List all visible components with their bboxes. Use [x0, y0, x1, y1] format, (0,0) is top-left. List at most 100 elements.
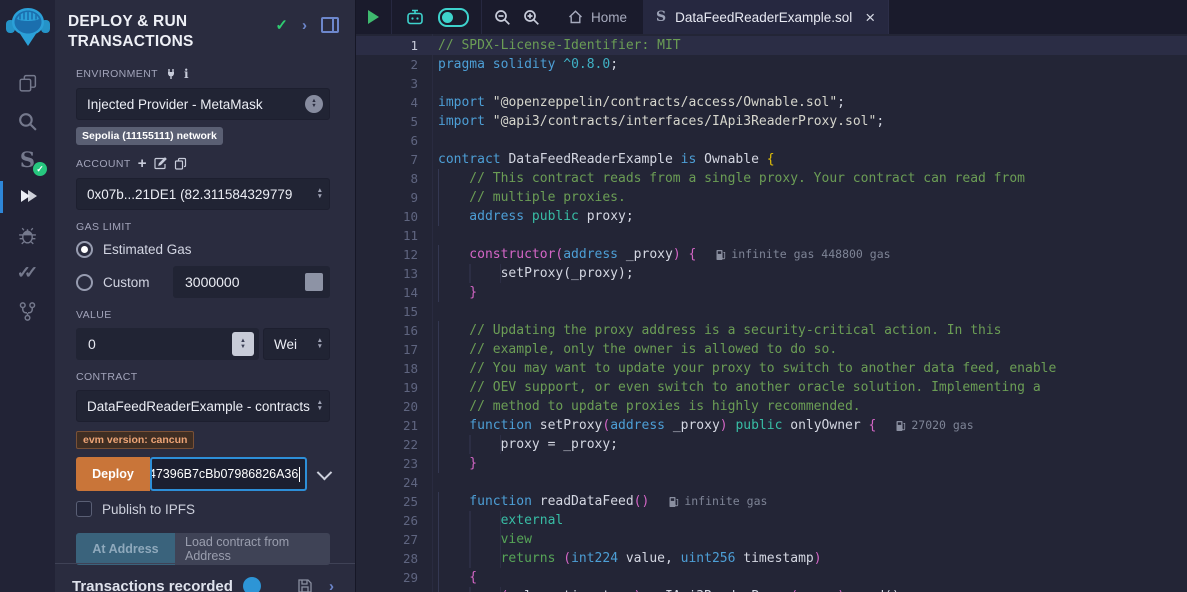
line-number[interactable]: 6: [356, 131, 418, 150]
line-number[interactable]: 22: [356, 435, 418, 454]
pin-panel-icon[interactable]: [321, 17, 339, 33]
sidebar-item-solidity-analyzers[interactable]: ✓✓: [0, 255, 55, 291]
code-line[interactable]: 12constructor(address _proxy) {infinite …: [356, 245, 1187, 264]
line-number[interactable]: 20: [356, 397, 418, 416]
code-line[interactable]: 5import "@api3/contracts/interfaces/IApi…: [356, 112, 1187, 131]
value-unit-select[interactable]: Wei ▲▼: [263, 328, 330, 360]
sidebar-item-deploy-run[interactable]: [0, 179, 55, 215]
value-input[interactable]: 0 ▲▼: [76, 328, 259, 360]
sidebar-item-file-explorer[interactable]: [0, 65, 55, 101]
at-address-input[interactable]: Load contract from Address: [175, 533, 330, 565]
code-line[interactable]: 26external: [356, 511, 1187, 530]
code-line[interactable]: 23}: [356, 454, 1187, 473]
close-tab-icon[interactable]: ×: [865, 9, 875, 26]
panel-expand-chevron-icon[interactable]: ›: [302, 18, 307, 33]
code-line[interactable]: 24: [356, 473, 1187, 492]
code-line[interactable]: 19// OEV support, or even switch to anot…: [356, 378, 1187, 397]
code-line[interactable]: 1// SPDX-License-Identifier: MIT: [356, 36, 1187, 55]
line-number[interactable]: 5: [356, 112, 418, 131]
estimated-gas-radio[interactable]: [76, 241, 93, 258]
sidebar-item-search[interactable]: [0, 103, 55, 139]
sidebar-item-solidity-compiler[interactable]: S ✓: [0, 141, 55, 177]
environment-select[interactable]: Injected Provider - MetaMask ▲▼: [76, 88, 330, 120]
line-number[interactable]: 23: [356, 454, 418, 473]
line-number[interactable]: 29: [356, 568, 418, 587]
line-number[interactable]: 8: [356, 169, 418, 188]
code-line[interactable]: 4import "@openzeppelin/contracts/access/…: [356, 93, 1187, 112]
code-line[interactable]: 3: [356, 74, 1187, 93]
zoom-in-icon[interactable]: [523, 9, 540, 26]
account-select[interactable]: 0x07b...21DE1 (82.311584329779 ▲▼: [76, 178, 330, 210]
zoom-out-icon[interactable]: [494, 9, 511, 26]
line-number[interactable]: 3: [356, 74, 418, 93]
plug-icon[interactable]: [165, 68, 177, 80]
code-line[interactable]: 16// Updating the proxy address is a sec…: [356, 321, 1187, 340]
code-line[interactable]: 6: [356, 131, 1187, 150]
remix-logo-icon[interactable]: [5, 5, 51, 49]
code-line[interactable]: 20// method to update proxies is highly …: [356, 397, 1187, 416]
copy-account-icon[interactable]: [174, 157, 187, 170]
line-number[interactable]: 4: [356, 93, 418, 112]
line-number[interactable]: 7: [356, 150, 418, 169]
code-line[interactable]: 17// example, only the owner is allowed …: [356, 340, 1187, 359]
deploy-button[interactable]: Deploy: [76, 457, 150, 491]
line-number[interactable]: 15: [356, 302, 418, 321]
sidebar-item-git[interactable]: [0, 293, 55, 329]
line-number[interactable]: 16: [356, 321, 418, 340]
line-number[interactable]: 9: [356, 188, 418, 207]
code-line[interactable]: 29{: [356, 568, 1187, 587]
gas-edit-square-icon[interactable]: [305, 273, 323, 291]
code-line[interactable]: 11: [356, 226, 1187, 245]
code-line[interactable]: 21function setProxy(address _proxy) publ…: [356, 416, 1187, 435]
line-number[interactable]: 30: [356, 587, 418, 592]
code-line[interactable]: 27view: [356, 530, 1187, 549]
run-script-icon[interactable]: [368, 10, 379, 24]
ai-copilot-toggle[interactable]: [438, 8, 469, 27]
code-line[interactable]: 14}: [356, 283, 1187, 302]
line-number[interactable]: 1: [356, 36, 418, 55]
line-number[interactable]: 18: [356, 359, 418, 378]
code-line[interactable]: 15: [356, 302, 1187, 321]
line-number[interactable]: 24: [356, 473, 418, 492]
custom-gas-input[interactable]: 3000000: [173, 266, 330, 298]
tab-home[interactable]: Home: [552, 0, 643, 34]
remix-ai-robot-icon[interactable]: [404, 8, 426, 27]
add-account-icon[interactable]: +: [138, 156, 147, 171]
line-number[interactable]: 27: [356, 530, 418, 549]
code-line[interactable]: 22proxy = _proxy;: [356, 435, 1187, 454]
line-number[interactable]: 25: [356, 492, 418, 511]
sign-message-icon[interactable]: [154, 157, 167, 170]
code-line[interactable]: 25function readDataFeed()infinite gas: [356, 492, 1187, 511]
deploy-constructor-input[interactable]: 0947396B7cBb07986826A36: [150, 457, 307, 491]
code-area[interactable]: 1// SPDX-License-Identifier: MIT2pragma …: [356, 34, 1187, 592]
at-address-button[interactable]: At Address: [76, 533, 175, 565]
publish-ipfs-checkbox[interactable]: [76, 501, 92, 517]
line-number[interactable]: 28: [356, 549, 418, 568]
code-line[interactable]: 9// multiple proxies.: [356, 188, 1187, 207]
code-line[interactable]: 30(value, timestamp) = IApi3ReaderProxy(…: [356, 587, 1187, 592]
line-number[interactable]: 26: [356, 511, 418, 530]
save-scenario-icon[interactable]: [297, 578, 313, 592]
line-number[interactable]: 11: [356, 226, 418, 245]
transactions-expand-chevron-icon[interactable]: ›: [329, 579, 334, 592]
sidebar-item-debugger[interactable]: [0, 217, 55, 253]
code-line[interactable]: 7contract DataFeedReaderExample is Ownab…: [356, 150, 1187, 169]
code-line[interactable]: 8// This contract reads from a single pr…: [356, 169, 1187, 188]
code-line[interactable]: 10address public proxy;: [356, 207, 1187, 226]
custom-gas-radio[interactable]: [76, 274, 93, 291]
line-number[interactable]: 2: [356, 55, 418, 74]
line-number[interactable]: 13: [356, 264, 418, 283]
value-stepper-icon[interactable]: ▲▼: [232, 332, 254, 356]
line-number[interactable]: 21: [356, 416, 418, 435]
code-line[interactable]: 13setProxy(_proxy);: [356, 264, 1187, 283]
tab-datafeedreaderexample-sol[interactable]: S DataFeedReaderExample.sol ×: [643, 0, 889, 34]
line-number[interactable]: 19: [356, 378, 418, 397]
environment-info-icon[interactable]: i: [184, 67, 189, 81]
code-line[interactable]: 28returns (int224 value, uint256 timesta…: [356, 549, 1187, 568]
expand-constructor-args-icon[interactable]: [317, 465, 332, 480]
transactions-recorded-section[interactable]: Transactions recorded ›: [55, 563, 355, 592]
code-line[interactable]: 2pragma solidity ^0.8.0;: [356, 55, 1187, 74]
line-number[interactable]: 14: [356, 283, 418, 302]
line-number[interactable]: 12: [356, 245, 418, 264]
code-line[interactable]: 18// You may want to update your proxy t…: [356, 359, 1187, 378]
